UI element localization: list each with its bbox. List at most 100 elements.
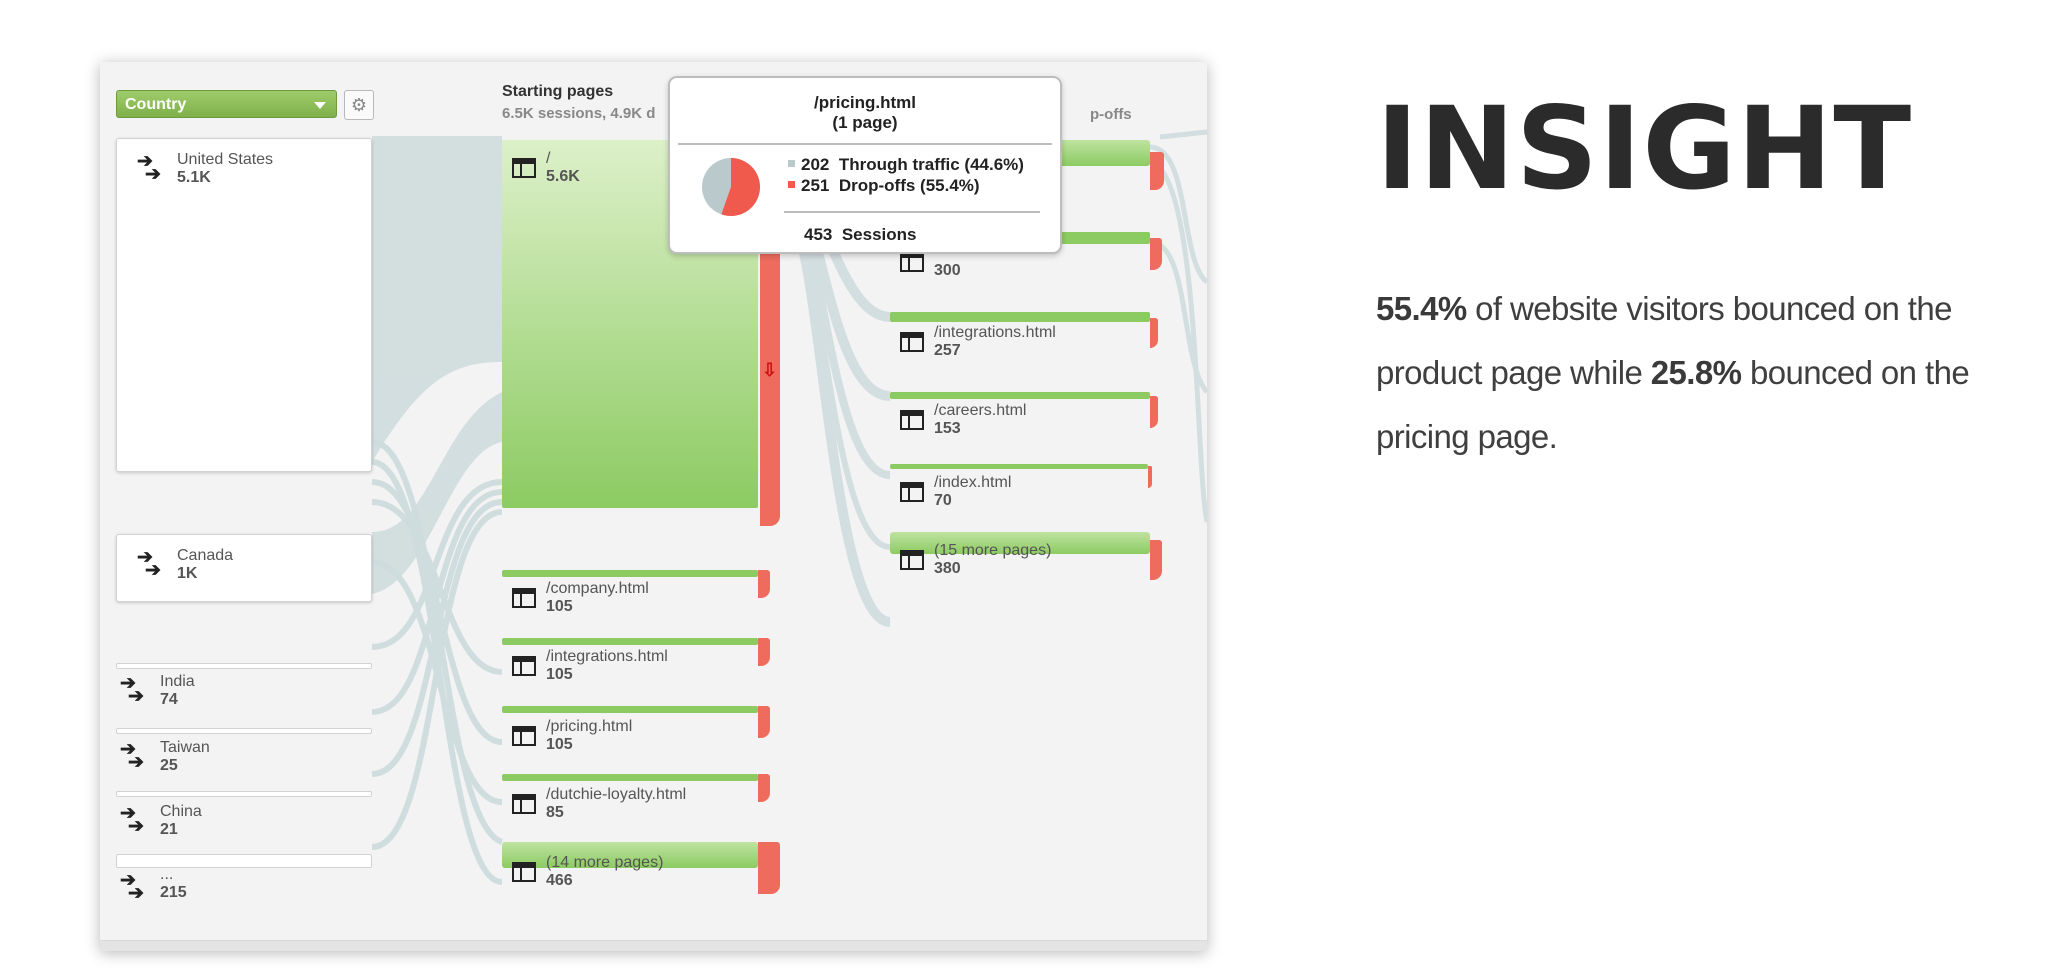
tooltip-through-row: 202 Through traffic (44.6%) <box>788 155 1024 175</box>
dropoff-bar[interactable] <box>1148 466 1152 488</box>
country-name: United States <box>177 151 274 168</box>
next-column-subtitle: p-offs <box>1090 106 1132 123</box>
page-name: /dutchie-loyalty.html <box>546 786 687 803</box>
starting-page-node-dutchie-loyalty[interactable] <box>502 774 758 781</box>
page-name: /pricing.html <box>546 718 633 735</box>
dropoff-bar[interactable] <box>1150 238 1162 270</box>
sessions-count: 453 <box>804 225 833 244</box>
tooltip-sessions-row: 453 Sessions <box>804 225 916 245</box>
country-name: ... <box>160 866 174 883</box>
dropoff-bar[interactable] <box>1150 396 1158 428</box>
country-value: 1K <box>177 565 198 582</box>
dropoff-bar[interactable] <box>758 570 770 598</box>
second-page-node-index[interactable] <box>890 464 1148 469</box>
column-subtitle: 6.5K sessions, 4.9K d <box>502 105 656 122</box>
dropoff-bar[interactable] <box>1150 540 1162 580</box>
dropoff-bar[interactable] <box>758 774 770 802</box>
flow-line <box>1159 129 1207 140</box>
page-icon <box>512 862 536 882</box>
country-value: 74 <box>160 691 178 708</box>
country-value: 5.1K <box>177 169 211 186</box>
page-value: 85 <box>546 804 564 821</box>
page-name: / <box>546 150 551 167</box>
page-icon <box>512 158 536 178</box>
gear-icon: ⚙ <box>350 95 368 115</box>
starting-page-node-company[interactable] <box>502 570 758 577</box>
settings-button[interactable]: ⚙ <box>344 90 374 120</box>
dropoff-bar[interactable] <box>758 842 780 894</box>
page-icon <box>900 482 924 502</box>
stat-pricing-bounce: 25.8% <box>1650 354 1742 391</box>
column-title: Starting pages <box>502 83 614 100</box>
country-value: 21 <box>160 821 178 838</box>
through-label: Through traffic (44.6%) <box>838 155 1024 174</box>
tooltip-subtitle: (1 page) <box>832 113 898 132</box>
dropoff-count: 251 <box>801 176 830 195</box>
page-name: /integrations.html <box>546 648 668 665</box>
dimension-select[interactable]: Country <box>116 90 337 118</box>
flow-line <box>1149 159 1207 523</box>
page-name: /integrations.html <box>934 324 1056 341</box>
page-icon <box>900 252 924 272</box>
country-node-china[interactable] <box>116 791 372 797</box>
entrance-arrow-icon: ➔ <box>145 164 161 185</box>
page-icon <box>512 726 536 746</box>
country-name: China <box>160 803 202 820</box>
legend-swatch <box>788 160 795 168</box>
page-value: 153 <box>934 420 961 437</box>
page-icon <box>512 656 536 676</box>
page-value: 70 <box>934 492 952 509</box>
second-page-node-careers[interactable] <box>890 392 1150 399</box>
country-node-other[interactable] <box>116 854 372 868</box>
dropoff-bar[interactable] <box>1150 152 1164 190</box>
page-value: 105 <box>546 736 573 753</box>
country-node-india[interactable] <box>116 663 372 669</box>
flow-line <box>787 217 892 627</box>
starting-page-node-integrations[interactable] <box>502 638 758 645</box>
dropoff-label: Drop-offs (55.4%) <box>838 176 980 195</box>
dropoff-bar[interactable] <box>758 706 770 738</box>
through-count: 202 <box>801 155 830 174</box>
page-value: 105 <box>546 666 573 683</box>
country-value: 25 <box>160 757 178 774</box>
page-icon <box>512 794 536 814</box>
second-page-node-integrations[interactable] <box>890 312 1150 322</box>
country-name: Canada <box>177 547 234 564</box>
insight-heading: INSIGHT <box>1376 82 1913 215</box>
page-value: 105 <box>546 598 573 615</box>
second-page-node-top[interactable] <box>1055 140 1150 166</box>
entrance-arrow-icon: ➔ <box>128 883 144 904</box>
dropoff-bar[interactable] <box>758 638 770 666</box>
page-value: 257 <box>934 342 961 359</box>
chevron-down-icon <box>314 102 326 109</box>
country-node-united-states[interactable]: ➔ ➔ United States 5.1K <box>116 138 372 472</box>
divider <box>784 211 1040 213</box>
page-name: /company.html <box>546 580 649 597</box>
page-name: /index.html <box>934 474 1012 491</box>
page-icon <box>512 588 536 608</box>
page-name: (14 more pages) <box>546 854 664 871</box>
sessions-label: Sessions <box>841 225 917 244</box>
starting-page-node-pricing[interactable] <box>502 706 758 713</box>
tooltip-dropoff-row: 251 Drop-offs (55.4%) <box>788 176 980 196</box>
page-icon <box>900 410 924 430</box>
page-icon <box>900 332 924 352</box>
page-value: 300 <box>934 262 961 279</box>
traffic-pie-chart <box>702 158 760 216</box>
insight-text: 55.4% of website visitors bounced on the… <box>1376 277 1976 469</box>
country-node-taiwan[interactable] <box>116 728 372 734</box>
page-value: 466 <box>546 872 573 889</box>
dimension-select-value: Country <box>125 96 187 113</box>
legend-swatch <box>788 181 795 189</box>
page-icon <box>900 550 924 570</box>
page-value: 380 <box>934 560 961 577</box>
country-name: India <box>160 673 195 690</box>
country-node-canada[interactable]: ➔ ➔ Canada 1K <box>116 534 372 602</box>
entrance-arrow-icon: ➔ <box>145 560 161 581</box>
country-value: 215 <box>160 884 187 901</box>
entrance-arrow-icon: ➔ <box>128 816 144 837</box>
dropoff-bar[interactable] <box>1150 318 1158 348</box>
behavior-flow-panel: Country ⚙ Starting pages 6.5K sessions, … <box>100 62 1207 951</box>
dropoff-arrow-icon: ⇩ <box>762 360 778 380</box>
divider <box>678 143 1052 145</box>
